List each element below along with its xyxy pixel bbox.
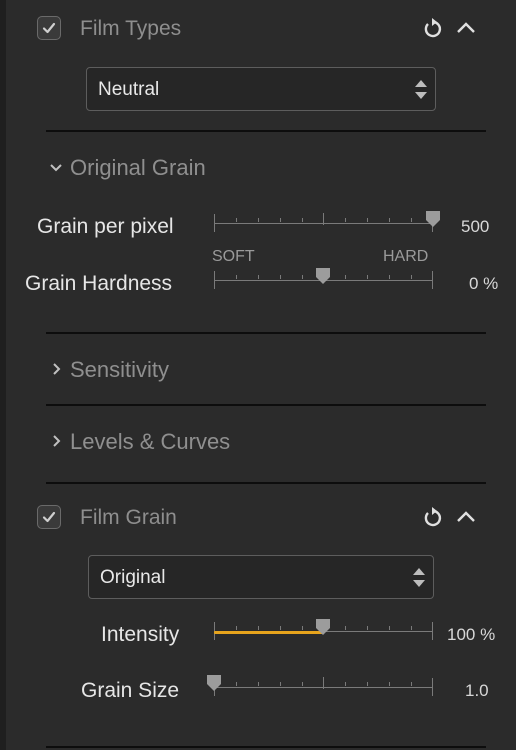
- intensity-slider[interactable]: [214, 618, 433, 642]
- film-grain-title: Film Grain: [80, 506, 177, 529]
- grain-hardness-label: Grain Hardness: [25, 272, 173, 295]
- sensitivity-title[interactable]: Sensitivity: [70, 357, 169, 383]
- divider: [46, 130, 486, 132]
- reset-icon[interactable]: [421, 17, 445, 41]
- divider: [46, 482, 486, 484]
- film-types-checkbox[interactable]: [37, 16, 61, 40]
- grain-per-pixel-label: Grain per pixel: [37, 215, 174, 238]
- slider-thumb[interactable]: [316, 619, 330, 635]
- intensity-fill: [214, 631, 323, 634]
- chevron-down-icon[interactable]: [50, 163, 62, 173]
- divider: [46, 746, 486, 748]
- slider-thumb[interactable]: [316, 268, 330, 284]
- grain-per-pixel-slider[interactable]: [214, 210, 440, 234]
- chevron-right-icon[interactable]: [52, 435, 62, 447]
- select-arrows-icon: [415, 80, 427, 99]
- soft-label: SOFT: [212, 248, 255, 265]
- film-grain-select-value: Original: [100, 567, 166, 588]
- checkmark-icon: [42, 511, 56, 523]
- original-grain-title[interactable]: Original Grain: [70, 155, 206, 181]
- chevron-up-icon[interactable]: [455, 509, 477, 525]
- grain-size-slider[interactable]: [207, 674, 433, 698]
- intensity-value: 100 %: [447, 625, 496, 644]
- hard-label: HARD: [383, 248, 429, 265]
- film-type-select-value: Neutral: [98, 79, 160, 100]
- film-grain-checkbox[interactable]: [37, 505, 61, 529]
- left-panel-edge: [0, 0, 6, 750]
- levels-curves-title[interactable]: Levels & Curves: [70, 429, 230, 455]
- checkmark-icon: [42, 22, 56, 34]
- chevron-right-icon[interactable]: [52, 363, 62, 375]
- chevron-up-icon[interactable]: [455, 20, 477, 36]
- select-arrows-icon: [413, 568, 425, 587]
- slider-thumb[interactable]: [426, 211, 440, 227]
- slider-thumb[interactable]: [207, 675, 221, 691]
- grain-size-label: Grain Size: [81, 679, 180, 702]
- grain-hardness-value: 0 %: [469, 274, 499, 293]
- grain-hardness-slider[interactable]: [214, 267, 433, 291]
- film-types-title: Film Types: [80, 17, 182, 40]
- intensity-label: Intensity: [101, 623, 180, 646]
- reset-icon[interactable]: [421, 506, 445, 530]
- grain-per-pixel-value: 500: [461, 217, 490, 236]
- grain-size-value: 1.0: [465, 681, 489, 700]
- divider: [46, 404, 486, 406]
- film-type-select[interactable]: Neutral: [86, 67, 436, 111]
- divider: [46, 332, 486, 334]
- film-grain-select[interactable]: Original: [88, 555, 434, 599]
